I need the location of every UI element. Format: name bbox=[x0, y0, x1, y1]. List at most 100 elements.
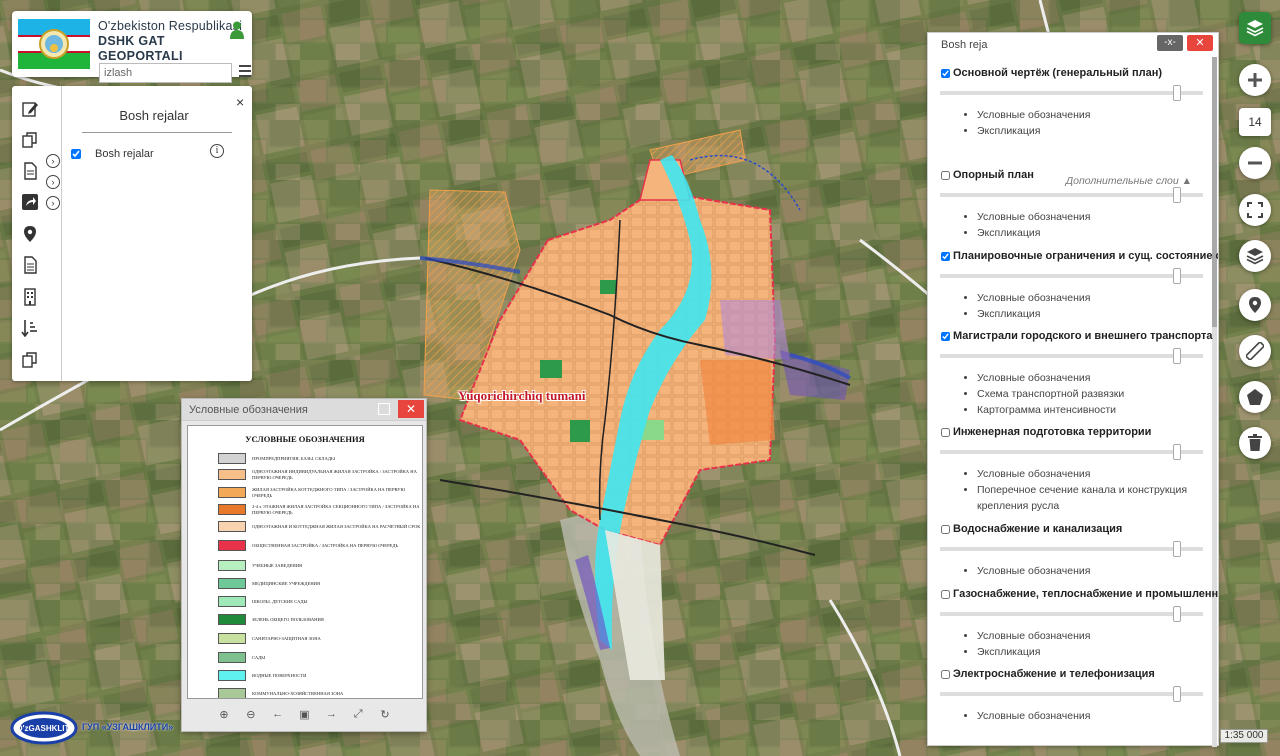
layer-sublink[interactable]: Условные обозначения bbox=[977, 209, 1208, 225]
layer-sublink[interactable]: Условные обозначения bbox=[977, 563, 1208, 579]
layer-checkbox[interactable] bbox=[941, 251, 950, 261]
scrollbar-thumb[interactable] bbox=[1212, 57, 1217, 327]
info-icon[interactable]: i bbox=[210, 144, 224, 158]
opacity-slider-handle[interactable] bbox=[1172, 348, 1181, 364]
layer-checkbox[interactable] bbox=[941, 331, 950, 341]
layer-sublink[interactable]: Схема транспортной развязки bbox=[977, 386, 1208, 402]
opacity-slider[interactable] bbox=[940, 686, 1203, 702]
legend-close-button[interactable]: ✕ bbox=[398, 400, 424, 418]
search-input[interactable] bbox=[99, 63, 232, 83]
share-icon[interactable] bbox=[21, 193, 39, 211]
minimize-button[interactable]: -x- bbox=[1157, 35, 1183, 51]
expand-arrow-icon[interactable]: › bbox=[46, 196, 60, 210]
layer-checkbox[interactable] bbox=[941, 427, 950, 437]
layer-sublink[interactable]: Картограмма интенсивности bbox=[977, 402, 1208, 418]
layer-sublink[interactable]: Условные обозначения bbox=[977, 708, 1208, 724]
layer-section: Газоснабжение, теплоснабжение и промышле… bbox=[940, 588, 1218, 660]
opacity-slider-handle[interactable] bbox=[1172, 187, 1181, 203]
opacity-slider-handle[interactable] bbox=[1172, 541, 1181, 557]
draw-polygon-button[interactable] bbox=[1239, 381, 1271, 413]
delete-button[interactable] bbox=[1239, 427, 1271, 459]
layer-checkbox[interactable] bbox=[941, 524, 950, 534]
expand-arrow-icon[interactable]: › bbox=[46, 175, 60, 189]
layer-sublink[interactable]: Экспликация bbox=[977, 225, 1208, 241]
opacity-slider[interactable] bbox=[940, 187, 1203, 203]
location-pin-icon[interactable] bbox=[21, 225, 39, 243]
legend-sheet-title: УСЛОВНЫЕ ОБОЗНАЧЕНИЯ bbox=[245, 434, 365, 444]
opacity-slider[interactable] bbox=[940, 348, 1203, 364]
legend-entry: КОММУНАЛЬНО-ХОЗЯЙСТВЕННАЯ ЗОНА bbox=[218, 688, 422, 698]
legend-swatch bbox=[218, 596, 246, 607]
layer-checkbox[interactable] bbox=[71, 149, 81, 159]
layer-section-header: Газоснабжение, теплоснабжение и промышле… bbox=[940, 588, 1218, 600]
layer-sublink[interactable]: Условные обозначения bbox=[977, 628, 1208, 644]
layer-list[interactable]: Дополнительные слои ▲ Основной чертёж (г… bbox=[928, 57, 1218, 747]
opacity-slider[interactable] bbox=[940, 541, 1203, 557]
opacity-slider-handle[interactable] bbox=[1172, 686, 1181, 702]
zoom-in-icon[interactable]: ⊕ bbox=[217, 708, 231, 724]
location-icon bbox=[1249, 297, 1261, 313]
layer-section-header: Водоснабжение и канализация bbox=[940, 523, 1208, 535]
portal-header: O'zbekiston Respublikasi DSHK GAT GEOPOR… bbox=[12, 11, 252, 83]
zoom-out-icon[interactable]: ⊖ bbox=[244, 708, 258, 724]
bosh-reja-header[interactable]: Bosh reja -x- ✕ bbox=[928, 33, 1218, 57]
fit-icon[interactable]: ⤢ bbox=[351, 708, 365, 724]
logo-caption: ГУП «УЗГАШКЛИТИ» bbox=[82, 722, 174, 732]
layer-section-header: Магистрали городского и внешнего транспо… bbox=[940, 330, 1213, 342]
layer-sublist: Условные обозначенияЭкспликация bbox=[965, 107, 1208, 139]
restore-icon[interactable] bbox=[378, 403, 390, 415]
legend-window-header[interactable]: Условные обозначения ✕ bbox=[182, 399, 426, 421]
layer-sublink[interactable]: Экспликация bbox=[977, 306, 1208, 322]
layer-checkbox[interactable] bbox=[941, 669, 950, 679]
layer-checkbox[interactable] bbox=[941, 68, 950, 78]
layer-sublink[interactable]: Экспликация bbox=[977, 644, 1208, 660]
previous-icon[interactable]: ← bbox=[271, 708, 285, 724]
layer-section-header: Электроснабжение и телефонизация bbox=[940, 668, 1208, 680]
document-icon[interactable] bbox=[21, 162, 39, 180]
file-icon[interactable] bbox=[21, 256, 39, 274]
layer-section: Магистрали городского и внешнего транспо… bbox=[940, 330, 1213, 418]
layer-checkbox[interactable] bbox=[941, 170, 950, 180]
opacity-slider[interactable] bbox=[940, 268, 1203, 284]
next-icon[interactable]: → bbox=[324, 708, 338, 724]
rotate-icon[interactable]: ↻ bbox=[378, 708, 392, 724]
fullscreen-button[interactable] bbox=[1239, 194, 1271, 226]
sort-icon[interactable] bbox=[21, 319, 39, 337]
edit-icon[interactable] bbox=[21, 100, 39, 118]
basemap-layers-button[interactable] bbox=[1239, 240, 1271, 272]
district-label: Yuqorichirchiq tumani bbox=[458, 388, 586, 403]
layer-sublink[interactable]: Поперечное сечение канала и конструкция … bbox=[977, 482, 1208, 514]
layer-checkbox[interactable] bbox=[941, 589, 950, 599]
copy-icon[interactable] bbox=[21, 131, 39, 149]
layer-sublist: Условные обозначенияЭкспликация bbox=[965, 209, 1208, 241]
opacity-slider-handle[interactable] bbox=[1172, 268, 1181, 284]
location-button[interactable] bbox=[1239, 289, 1271, 321]
image-icon[interactable]: ▣ bbox=[297, 708, 311, 724]
legend-entry-label: САНИТАРНО-ЗАЩИТНАЯ ЗОНА bbox=[252, 635, 321, 641]
opacity-slider-handle[interactable] bbox=[1172, 85, 1181, 101]
opacity-slider[interactable] bbox=[940, 85, 1203, 101]
layer-sublink[interactable]: Экспликация bbox=[977, 123, 1208, 139]
zoom-out-button[interactable] bbox=[1239, 147, 1271, 179]
close-icon[interactable]: × bbox=[236, 94, 244, 110]
opacity-slider[interactable] bbox=[940, 444, 1203, 460]
layers-button[interactable] bbox=[1239, 12, 1271, 44]
expand-arrow-icon[interactable]: › bbox=[46, 154, 60, 168]
close-button[interactable]: ✕ bbox=[1187, 35, 1213, 51]
bosh-reja-panel: Bosh reja -x- ✕ Дополнительные слои ▲ Ос… bbox=[927, 32, 1219, 747]
opacity-slider-handle[interactable] bbox=[1172, 444, 1181, 460]
opacity-slider-handle[interactable] bbox=[1172, 606, 1181, 622]
layer-sublink[interactable]: Условные обозначения bbox=[977, 290, 1208, 306]
legend-window-title: Условные обозначения bbox=[189, 403, 308, 416]
opacity-slider[interactable] bbox=[940, 606, 1203, 622]
duplicate-icon[interactable] bbox=[21, 351, 39, 369]
measure-button[interactable] bbox=[1239, 335, 1271, 367]
layer-sublink[interactable]: Условные обозначения bbox=[977, 107, 1208, 123]
menu-icon[interactable] bbox=[239, 65, 251, 77]
user-icon[interactable] bbox=[230, 21, 244, 39]
layer-sublink[interactable]: Условные обозначения bbox=[977, 466, 1208, 482]
building-icon[interactable] bbox=[21, 288, 39, 306]
portal-title-line1: O'zbekiston Respublikasi bbox=[98, 19, 243, 33]
layer-sublink[interactable]: Условные обозначения bbox=[977, 370, 1208, 386]
zoom-in-button[interactable] bbox=[1239, 64, 1271, 96]
